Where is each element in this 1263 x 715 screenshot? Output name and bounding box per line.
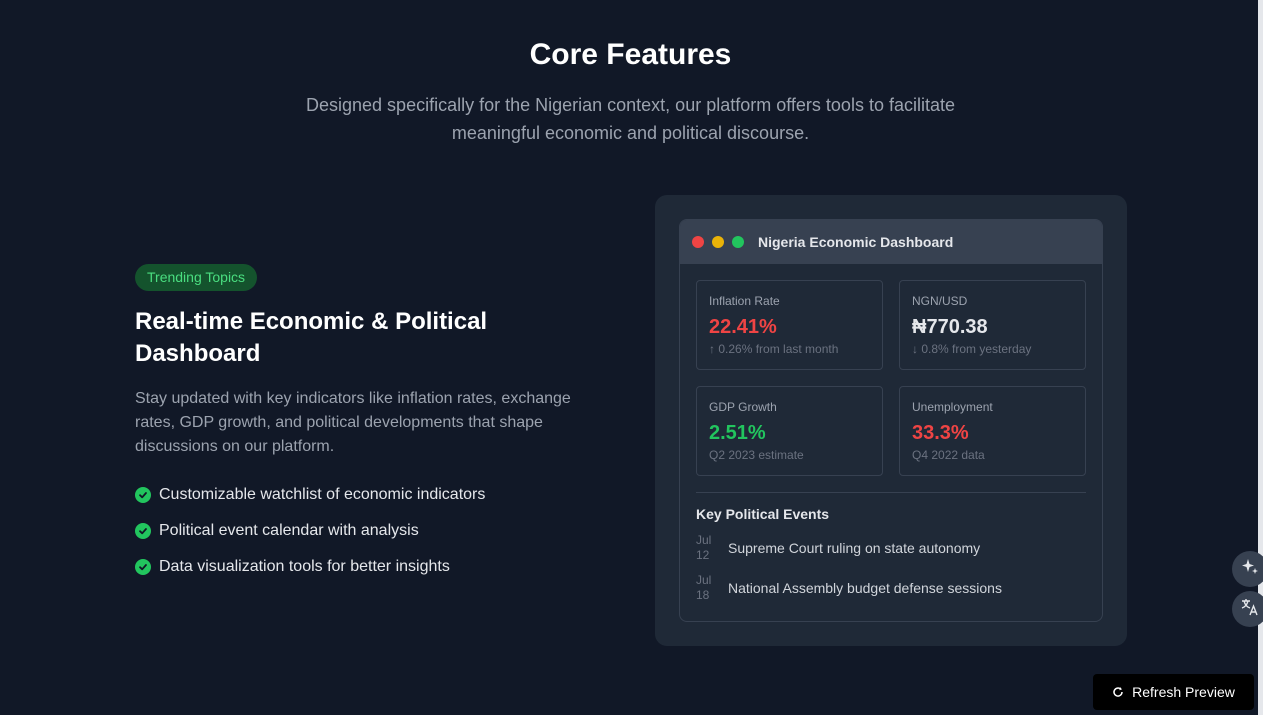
feature-item-label: Political event calendar with analysis (159, 522, 419, 539)
section-subtitle: Designed specifically for the Nigerian c… (306, 95, 955, 143)
stat-value: ₦770.38 (912, 316, 988, 338)
refresh-label: Refresh Preview (1132, 684, 1235, 700)
event-row: Jul 12 Supreme Court ruling on state aut… (696, 533, 980, 563)
stats-grid: Inflation Rate 22.41% ↑ 0.26% from last … (696, 280, 1086, 476)
stat-note: ↑ 0.26% from last month (709, 342, 839, 356)
feature-list: Customizable watchlist of economic indic… (135, 483, 485, 591)
stat-note: Q2 2023 estimate (709, 448, 804, 462)
stat-label: Unemployment (912, 400, 993, 414)
event-month: Jul (696, 573, 712, 587)
stat-card-inflation: Inflation Rate 22.41% ↑ 0.26% from last … (696, 280, 883, 370)
stat-note: ↓ 0.8% from yesterday (912, 342, 1032, 356)
divider (696, 492, 1086, 493)
feature-item-label: Customizable watchlist of economic indic… (159, 486, 486, 503)
translate-icon (1240, 597, 1260, 622)
event-day: 18 (696, 588, 710, 602)
stat-label: Inflation Rate (709, 294, 780, 308)
dashboard-window: Nigeria Economic Dashboard Inflation Rat… (679, 219, 1103, 622)
dashboard-titlebar: Nigeria Economic Dashboard (680, 220, 1102, 264)
stat-card-exchange-rate: NGN/USD ₦770.38 ↓ 0.8% from yesterday (899, 280, 1086, 370)
feature-item-label: Data visualization tools for better insi… (159, 558, 450, 575)
section-title: Core Features (529, 38, 732, 71)
events-title: Key Political Events (696, 506, 830, 522)
feature-list-item: Customizable watchlist of economic indic… (135, 483, 485, 507)
stat-card-gdp-growth: GDP Growth 2.51% Q2 2023 estimate (696, 386, 883, 476)
check-circle-icon (135, 487, 151, 503)
feature-list-item: Data visualization tools for better insi… (135, 555, 485, 579)
stat-value: 33.3% (912, 422, 969, 444)
stat-card-unemployment: Unemployment 33.3% Q4 2022 data (899, 386, 1086, 476)
event-text: Supreme Court ruling on state autonomy (728, 540, 981, 556)
stat-label: NGN/USD (912, 294, 968, 308)
minimize-dot-icon (712, 236, 724, 248)
event-row: Jul 18 National Assembly budget defense … (696, 573, 1002, 603)
feature-heading: Real-time Economic & Political Dashboard (135, 308, 488, 367)
refresh-icon (1112, 686, 1124, 698)
event-text: National Assembly budget defense session… (728, 580, 1002, 596)
dashboard-preview-card: Nigeria Economic Dashboard Inflation Rat… (655, 195, 1127, 646)
feature-list-item: Political event calendar with analysis (135, 519, 485, 543)
stat-label: GDP Growth (709, 400, 777, 414)
check-circle-icon (135, 523, 151, 539)
event-month: Jul (696, 533, 712, 547)
close-dot-icon (692, 236, 704, 248)
page: Core Features Designed specifically for … (0, 0, 1263, 715)
stat-value: 22.41% (709, 316, 777, 338)
check-circle-icon (135, 559, 151, 575)
maximize-dot-icon (732, 236, 744, 248)
feature-description: Stay updated with key indicators like in… (135, 390, 571, 455)
stat-value: 2.51% (709, 422, 766, 444)
stat-note: Q4 2022 data (912, 448, 985, 462)
sparkles-icon (1240, 557, 1260, 582)
trending-topics-badge: Trending Topics (135, 264, 258, 291)
refresh-preview-button[interactable]: Refresh Preview (1093, 674, 1254, 710)
ai-assist-button[interactable] (1232, 551, 1263, 587)
event-date: Jul 18 (696, 573, 728, 603)
event-day: 12 (696, 548, 710, 562)
event-date: Jul 12 (696, 533, 728, 563)
dashboard-title: Nigeria Economic Dashboard (758, 234, 954, 250)
translate-button[interactable] (1232, 591, 1263, 627)
